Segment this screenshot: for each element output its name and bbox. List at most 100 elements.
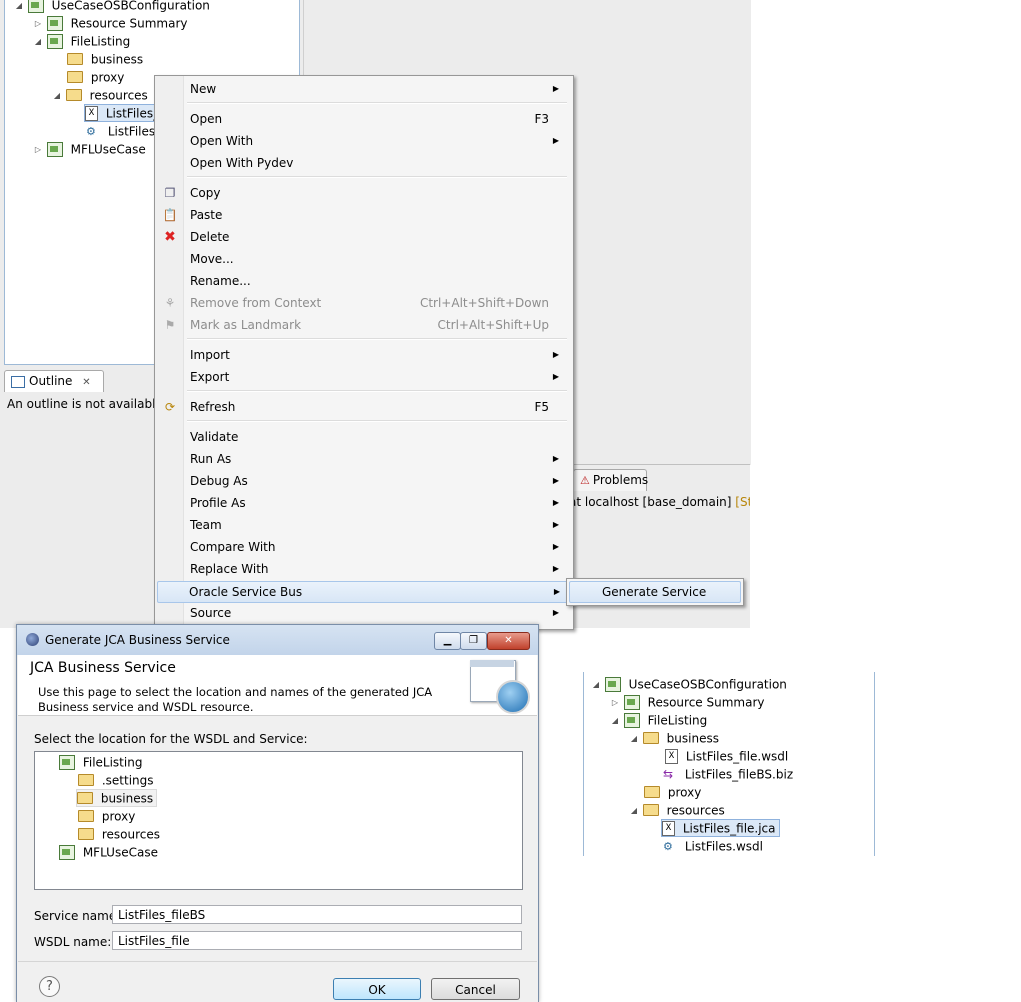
menu-item-new[interactable]: New ▶ bbox=[157, 78, 569, 100]
project-icon bbox=[604, 677, 621, 692]
menu-label: Mark as Landmark bbox=[190, 318, 302, 332]
expand-arrow-icon[interactable]: ◢ bbox=[52, 87, 62, 105]
menu-item-compare-with[interactable]: Compare With ▶ bbox=[157, 536, 569, 558]
result-row-listfiles-file-jca-selected[interactable]: X ListFiles_file.jca bbox=[661, 819, 780, 837]
dlg-tree-row-business-selected[interactable]: business bbox=[76, 789, 158, 807]
menu-item-oracle-service-bus[interactable]: Oracle Service Bus ▶ bbox=[157, 581, 571, 603]
location-tree[interactable]: FileListing .settings business proxy res… bbox=[34, 751, 523, 890]
menu-accelerator: F3 bbox=[534, 112, 549, 126]
menu-label: Team bbox=[190, 518, 222, 532]
result-row-listfiles-file-wsdl[interactable]: X ListFiles_file.wsdl bbox=[665, 747, 788, 765]
menu-item-import[interactable]: Import ▶ bbox=[157, 344, 569, 366]
tab-outline[interactable]: Outline ✕ bbox=[4, 370, 104, 392]
menu-separator bbox=[187, 390, 567, 392]
menu-item-paste[interactable]: 📋 Paste bbox=[157, 204, 569, 226]
menu-item-source[interactable]: Source ▶ bbox=[157, 602, 569, 624]
collapse-arrow-icon[interactable]: ▷ bbox=[33, 141, 43, 159]
expand-arrow-icon[interactable]: ◢ bbox=[33, 33, 43, 51]
close-icon[interactable]: ✕ bbox=[82, 377, 90, 388]
submenu-arrow-icon: ▶ bbox=[552, 476, 559, 485]
menu-item-profile-as[interactable]: Profile As ▶ bbox=[157, 492, 569, 514]
submenu-arrow-icon: ▶ bbox=[552, 454, 559, 463]
cancel-button[interactable]: Cancel bbox=[431, 978, 520, 1000]
menu-item-open-with[interactable]: Open With ▶ bbox=[157, 130, 569, 152]
tree-row-resource-summary[interactable]: ▷ Resource Summary bbox=[33, 14, 188, 32]
dlg-tree-row-settings[interactable]: .settings bbox=[78, 771, 154, 789]
menu-label: Compare With bbox=[190, 540, 276, 554]
expand-arrow-icon[interactable]: ◢ bbox=[610, 712, 620, 730]
expand-arrow-icon[interactable]: ◢ bbox=[14, 0, 24, 15]
tab-problems[interactable]: ⚠ Problems bbox=[573, 469, 648, 491]
menu-separator bbox=[187, 338, 567, 340]
menu-item-team[interactable]: Team ▶ bbox=[157, 514, 569, 536]
expand-arrow-icon[interactable]: ◢ bbox=[629, 730, 639, 748]
menu-item-validate[interactable]: Validate bbox=[157, 426, 569, 448]
menu-item-rename[interactable]: Rename... bbox=[157, 270, 569, 292]
menu-accelerator: Ctrl+Alt+Shift+Up bbox=[437, 318, 549, 332]
result-row-resource-summary[interactable]: ▷ Resource Summary bbox=[610, 693, 765, 711]
result-row-listfiles-wsdl[interactable]: ⚙ ListFiles.wsdl bbox=[663, 837, 763, 855]
folder-icon bbox=[65, 88, 82, 101]
menu-item-open[interactable]: Open F3 bbox=[157, 108, 569, 130]
tree-label: proxy bbox=[101, 809, 136, 824]
menu-item-refresh[interactable]: ⟳ Refresh F5 bbox=[157, 396, 569, 418]
submenu-arrow-icon: ▶ bbox=[552, 608, 559, 617]
tree-row-filelisting[interactable]: ◢ FileListing bbox=[33, 32, 130, 50]
menu-item-open-with-pydev[interactable]: Open With Pydev bbox=[157, 152, 569, 174]
minimize-button[interactable]: ▁ bbox=[434, 632, 461, 650]
menu-label: Rename... bbox=[190, 274, 251, 288]
result-tree-right-border bbox=[874, 672, 875, 856]
ok-button[interactable]: OK bbox=[333, 978, 421, 1000]
submenu-arrow-icon: ▶ bbox=[552, 136, 559, 145]
service-name-input[interactable]: ListFiles_fileBS bbox=[112, 905, 522, 924]
result-row-resources[interactable]: ◢ resources bbox=[629, 801, 725, 819]
resource-summary-icon bbox=[623, 695, 640, 710]
landmark-icon: ⚑ bbox=[164, 318, 176, 332]
collapse-arrow-icon[interactable]: ▷ bbox=[33, 15, 43, 33]
result-row-business[interactable]: ◢ business bbox=[629, 729, 719, 747]
tree-row-resources[interactable]: ◢ resources bbox=[52, 86, 148, 104]
menu-item-run-as[interactable]: Run As ▶ bbox=[157, 448, 569, 470]
dlg-tree-row-proxy[interactable]: proxy bbox=[78, 807, 135, 825]
tree-row-proxy[interactable]: proxy bbox=[67, 68, 124, 86]
menu-item-copy[interactable]: ❐ Copy bbox=[157, 182, 569, 204]
submenu-arrow-icon: ▶ bbox=[552, 350, 559, 359]
tree-row-usecase-osb[interactable]: ◢ UseCaseOSBConfiguration bbox=[14, 0, 210, 14]
dialog-title: Generate JCA Business Service bbox=[45, 633, 230, 647]
tree-row-listfiles-jca-selected[interactable]: X ListFiles_ bbox=[84, 104, 159, 122]
dialog-header: JCA Business Service Use this page to se… bbox=[18, 655, 537, 716]
menu-label: Delete bbox=[190, 230, 230, 244]
xml-file-icon: X bbox=[665, 749, 678, 764]
paste-icon: 📋 bbox=[162, 208, 178, 222]
menu-item-move[interactable]: Move... bbox=[157, 248, 569, 270]
result-row-listfiles-filebs-biz[interactable]: ⇆ ListFiles_fileBS.biz bbox=[663, 765, 793, 783]
dlg-tree-row-filelisting[interactable]: FileListing bbox=[59, 753, 142, 771]
result-row-filelisting[interactable]: ◢ FileListing bbox=[610, 711, 707, 729]
collapse-arrow-icon[interactable]: ▷ bbox=[610, 694, 620, 712]
dlg-tree-row-mflusecase[interactable]: MFLUseCase bbox=[59, 843, 158, 861]
menu-item-generate-service[interactable]: Generate Service bbox=[569, 581, 741, 603]
close-button[interactable]: ✕ bbox=[487, 632, 530, 650]
wsdl-file-icon: ⚙ bbox=[663, 840, 673, 853]
submenu-arrow-icon: ▶ bbox=[552, 372, 559, 381]
menu-item-export[interactable]: Export ▶ bbox=[157, 366, 569, 388]
expand-arrow-icon[interactable]: ◢ bbox=[629, 802, 639, 820]
submenu-arrow-icon: ▶ bbox=[552, 542, 559, 551]
project-icon bbox=[27, 0, 44, 13]
refresh-icon: ⟳ bbox=[164, 400, 176, 414]
dlg-tree-row-resources[interactable]: resources bbox=[78, 825, 160, 843]
expand-arrow-icon[interactable]: ◢ bbox=[591, 676, 601, 694]
wsdl-name-input[interactable]: ListFiles_file bbox=[112, 931, 522, 950]
maximize-button[interactable]: ❐ bbox=[460, 632, 487, 650]
menu-label: Source bbox=[190, 606, 232, 620]
tree-row-business[interactable]: business bbox=[67, 50, 143, 68]
menu-item-debug-as[interactable]: Debug As ▶ bbox=[157, 470, 569, 492]
tree-label: ListFiles_file.jca bbox=[682, 821, 776, 836]
result-row-proxy[interactable]: proxy bbox=[644, 783, 701, 801]
menu-item-replace-with[interactable]: Replace With ▶ bbox=[157, 558, 569, 580]
result-row-usecase-osb[interactable]: ◢ UseCaseOSBConfiguration bbox=[591, 675, 787, 693]
dialog-footer-separator bbox=[18, 961, 537, 962]
help-icon[interactable]: ? bbox=[39, 976, 60, 997]
tree-row-mflusecase[interactable]: ▷ MFLUseCase bbox=[33, 140, 146, 158]
menu-item-delete[interactable]: ✖ Delete bbox=[157, 226, 569, 248]
